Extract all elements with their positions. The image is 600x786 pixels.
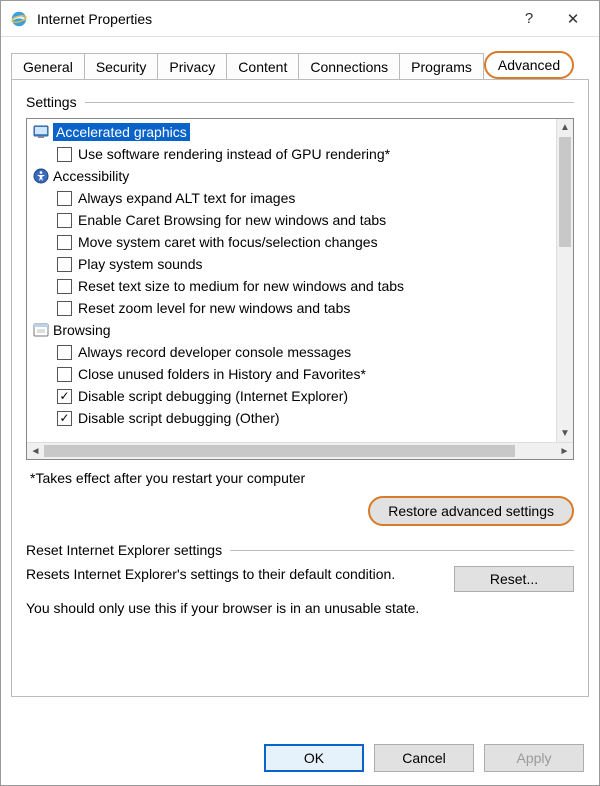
tree-item[interactable]: Move system caret with focus/selection c… (27, 231, 573, 253)
scroll-left-icon[interactable]: ◄ (27, 443, 44, 459)
checkbox[interactable] (57, 279, 72, 294)
tree-item[interactable]: Enable Caret Browsing for new windows an… (27, 209, 573, 231)
settings-tree[interactable]: Accelerated graphics Use software render… (26, 118, 574, 460)
checkbox[interactable]: ✓ (57, 389, 72, 404)
item-label: Enable Caret Browsing for new windows an… (78, 212, 386, 228)
tab-security[interactable]: Security (85, 53, 159, 80)
tab-privacy[interactable]: Privacy (158, 53, 227, 80)
scrollbar-thumb[interactable] (44, 445, 515, 457)
tab-connections[interactable]: Connections (299, 53, 400, 80)
item-label: Reset text size to medium for new window… (78, 278, 404, 294)
settings-label: Settings (26, 94, 77, 110)
checkbox[interactable] (57, 213, 72, 228)
item-label: Always record developer console messages (78, 344, 351, 360)
titlebar: Internet Properties ? ✕ (1, 1, 599, 37)
dialog-button-row: OK Cancel Apply (264, 744, 584, 772)
item-label: Close unused folders in History and Favo… (78, 366, 366, 382)
checkbox[interactable] (57, 191, 72, 206)
tree-item[interactable]: ✓ Disable script debugging (Internet Expl… (27, 385, 573, 407)
category-accelerated-graphics[interactable]: Accelerated graphics (27, 121, 573, 143)
item-label: Always expand ALT text for images (78, 190, 295, 206)
scroll-down-icon[interactable]: ▼ (557, 425, 573, 442)
restore-advanced-settings-button[interactable]: Restore advanced settings (368, 496, 574, 526)
internet-options-icon (9, 9, 29, 29)
tab-content[interactable]: Content (227, 53, 299, 80)
tab-programs[interactable]: Programs (400, 53, 484, 80)
checkbox[interactable] (57, 301, 72, 316)
divider (85, 102, 574, 103)
close-button[interactable]: ✕ (551, 3, 595, 35)
window-title: Internet Properties (37, 11, 507, 27)
scrollbar-thumb[interactable] (559, 137, 571, 247)
category-accessibility[interactable]: Accessibility (27, 165, 573, 187)
horizontal-scrollbar[interactable]: ◄ ► (27, 442, 573, 459)
item-label: Reset zoom level for new windows and tab… (78, 300, 350, 316)
checkbox[interactable] (57, 257, 72, 272)
settings-tree-viewport: Accelerated graphics Use software render… (27, 119, 573, 442)
tree-item[interactable]: Always record developer console messages (27, 341, 573, 363)
checkbox[interactable] (57, 345, 72, 360)
browsing-icon (33, 322, 49, 338)
category-label: Browsing (53, 322, 111, 338)
category-browsing[interactable]: Browsing (27, 319, 573, 341)
item-label: Move system caret with focus/selection c… (78, 234, 378, 250)
reset-description: Resets Internet Explorer's settings to t… (26, 566, 442, 582)
vertical-scrollbar[interactable]: ▲ ▼ (556, 119, 573, 442)
reset-note: You should only use this if your browser… (26, 600, 574, 616)
tree-item[interactable]: Reset text size to medium for new window… (27, 275, 573, 297)
tree-item[interactable]: Play system sounds (27, 253, 573, 275)
tree-item[interactable]: Use software rendering instead of GPU re… (27, 143, 573, 165)
tree-item[interactable]: Reset zoom level for new windows and tab… (27, 297, 573, 319)
tab-general[interactable]: General (11, 53, 85, 80)
settings-group-label: Settings (26, 94, 574, 110)
reset-button[interactable]: Reset... (454, 566, 574, 592)
tabpanel-advanced: Settings Accelerated graphics Use softwa… (11, 79, 589, 697)
tab-strip: General Security Privacy Content Connect… (1, 37, 599, 79)
item-label: Play system sounds (78, 256, 203, 272)
scrollbar-track[interactable] (44, 443, 556, 459)
accessibility-icon (33, 168, 49, 184)
apply-button[interactable]: Apply (484, 744, 584, 772)
checkbox[interactable] (57, 235, 72, 250)
divider (230, 550, 574, 551)
checkbox[interactable] (57, 367, 72, 382)
item-label: Use software rendering instead of GPU re… (78, 146, 390, 162)
category-label: Accelerated graphics (53, 123, 190, 141)
tab-advanced[interactable]: Advanced (484, 51, 574, 79)
checkbox[interactable] (57, 147, 72, 162)
tree-item[interactable]: Close unused folders in History and Favo… (27, 363, 573, 385)
category-label: Accessibility (53, 168, 129, 184)
item-label: Disable script debugging (Other) (78, 410, 280, 426)
restart-footnote: *Takes effect after you restart your com… (30, 470, 574, 486)
scroll-right-icon[interactable]: ► (556, 443, 573, 459)
reset-group-label: Reset Internet Explorer settings (26, 542, 574, 558)
help-button[interactable]: ? (507, 3, 551, 35)
scroll-up-icon[interactable]: ▲ (557, 119, 573, 136)
checkbox[interactable]: ✓ (57, 411, 72, 426)
tree-item[interactable]: ✓ Disable script debugging (Other) (27, 407, 573, 429)
reset-label: Reset Internet Explorer settings (26, 542, 222, 558)
tree-item[interactable]: Always expand ALT text for images (27, 187, 573, 209)
display-icon (33, 124, 49, 140)
cancel-button[interactable]: Cancel (374, 744, 474, 772)
ok-button[interactable]: OK (264, 744, 364, 772)
item-label: Disable script debugging (Internet Explo… (78, 388, 348, 404)
